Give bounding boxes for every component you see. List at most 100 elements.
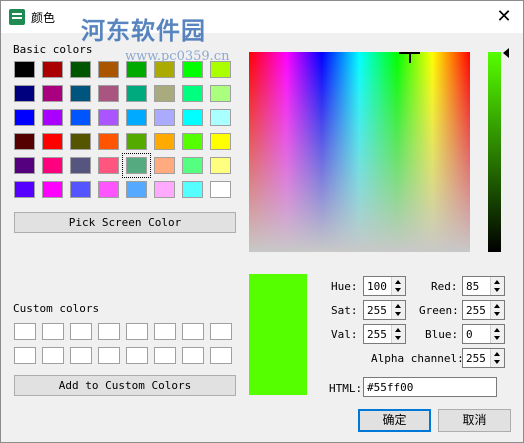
custom-color-slot[interactable] bbox=[126, 323, 148, 340]
basic-color-swatch[interactable] bbox=[154, 85, 175, 102]
basic-color-swatch[interactable] bbox=[98, 109, 119, 126]
ok-button[interactable]: 确定 bbox=[358, 409, 431, 432]
custom-color-slot[interactable] bbox=[154, 323, 176, 340]
custom-color-slot[interactable] bbox=[70, 323, 92, 340]
basic-color-swatch[interactable] bbox=[98, 157, 119, 174]
spin-down-icon[interactable] bbox=[494, 336, 500, 340]
custom-color-slot[interactable] bbox=[42, 347, 64, 364]
basic-color-swatch[interactable] bbox=[154, 157, 175, 174]
custom-color-slot[interactable] bbox=[154, 347, 176, 364]
val-value[interactable]: 255 bbox=[367, 328, 387, 341]
custom-color-slot[interactable] bbox=[98, 323, 120, 340]
luminance-slider-arrow-icon[interactable] bbox=[503, 48, 509, 58]
basic-color-swatch[interactable] bbox=[210, 85, 231, 102]
basic-color-swatch[interactable] bbox=[70, 61, 91, 78]
basic-color-swatch[interactable] bbox=[42, 133, 63, 150]
basic-color-swatch[interactable] bbox=[42, 157, 63, 174]
green-spinbox[interactable]: 255 bbox=[462, 300, 505, 320]
spin-down-icon[interactable] bbox=[395, 312, 401, 316]
hue-value[interactable]: 100 bbox=[367, 280, 387, 293]
html-hex-input[interactable]: #55ff00 bbox=[363, 377, 497, 397]
spin-up-icon[interactable] bbox=[395, 280, 401, 284]
basic-color-swatch[interactable] bbox=[70, 85, 91, 102]
sat-value[interactable]: 255 bbox=[367, 304, 387, 317]
basic-color-swatch[interactable] bbox=[182, 109, 203, 126]
basic-color-swatch[interactable] bbox=[14, 181, 35, 198]
spin-down-icon[interactable] bbox=[494, 360, 500, 364]
custom-color-slot[interactable] bbox=[210, 323, 232, 340]
custom-color-slot[interactable] bbox=[126, 347, 148, 364]
alpha-value[interactable]: 255 bbox=[466, 352, 486, 365]
basic-color-swatch[interactable] bbox=[182, 61, 203, 78]
basic-color-swatch[interactable] bbox=[122, 153, 151, 178]
cancel-button[interactable]: 取消 bbox=[438, 409, 511, 432]
custom-color-slot[interactable] bbox=[182, 323, 204, 340]
basic-color-swatch[interactable] bbox=[126, 85, 147, 102]
basic-color-swatch[interactable] bbox=[70, 157, 91, 174]
basic-color-swatch[interactable] bbox=[210, 109, 231, 126]
basic-color-swatch[interactable] bbox=[14, 157, 35, 174]
basic-color-swatch[interactable] bbox=[98, 133, 119, 150]
spin-down-icon[interactable] bbox=[494, 288, 500, 292]
basic-color-swatch[interactable] bbox=[42, 109, 63, 126]
spin-up-icon[interactable] bbox=[494, 328, 500, 332]
basic-color-swatch[interactable] bbox=[210, 61, 231, 78]
custom-color-slot[interactable] bbox=[98, 347, 120, 364]
basic-color-swatch[interactable] bbox=[126, 181, 147, 198]
basic-color-swatch[interactable] bbox=[70, 133, 91, 150]
basic-color-swatch[interactable] bbox=[42, 61, 63, 78]
basic-color-swatch[interactable] bbox=[126, 61, 147, 78]
green-value[interactable]: 255 bbox=[466, 304, 486, 317]
custom-color-slot[interactable] bbox=[14, 347, 36, 364]
basic-color-swatch[interactable] bbox=[70, 181, 91, 198]
custom-color-slot[interactable] bbox=[42, 323, 64, 340]
close-icon[interactable]: ✕ bbox=[493, 6, 515, 28]
basic-color-swatch[interactable] bbox=[182, 133, 203, 150]
alpha-spinbox[interactable]: 255 bbox=[462, 348, 505, 368]
spin-down-icon[interactable] bbox=[395, 288, 401, 292]
basic-color-swatch[interactable] bbox=[182, 157, 203, 174]
sat-spinbox[interactable]: 255 bbox=[363, 300, 406, 320]
basic-color-swatch[interactable] bbox=[210, 157, 231, 174]
val-spinbox[interactable]: 255 bbox=[363, 324, 406, 344]
basic-color-swatch[interactable] bbox=[14, 61, 35, 78]
add-to-custom-colors-button[interactable]: Add to Custom Colors bbox=[14, 375, 236, 396]
blue-value[interactable]: 0 bbox=[466, 328, 473, 341]
basic-color-swatch[interactable] bbox=[210, 181, 231, 198]
spin-up-icon[interactable] bbox=[494, 304, 500, 308]
spin-up-icon[interactable] bbox=[395, 304, 401, 308]
red-spinbox[interactable]: 85 bbox=[462, 276, 505, 296]
custom-color-slot[interactable] bbox=[70, 347, 92, 364]
basic-color-swatch[interactable] bbox=[154, 133, 175, 150]
basic-color-swatch[interactable] bbox=[42, 85, 63, 102]
basic-color-swatch[interactable] bbox=[154, 61, 175, 78]
hue-spinbox[interactable]: 100 bbox=[363, 276, 406, 296]
basic-color-swatch[interactable] bbox=[182, 181, 203, 198]
pick-screen-color-button[interactable]: Pick Screen Color bbox=[14, 212, 236, 233]
basic-color-swatch[interactable] bbox=[154, 181, 175, 198]
custom-color-slot[interactable] bbox=[210, 347, 232, 364]
basic-color-swatch[interactable] bbox=[98, 181, 119, 198]
luminance-slider[interactable] bbox=[488, 52, 501, 252]
basic-color-swatch[interactable] bbox=[154, 109, 175, 126]
basic-color-swatch[interactable] bbox=[98, 85, 119, 102]
basic-color-swatch[interactable] bbox=[14, 133, 35, 150]
basic-color-swatch[interactable] bbox=[42, 181, 63, 198]
spin-down-icon[interactable] bbox=[494, 312, 500, 316]
custom-color-slot[interactable] bbox=[182, 347, 204, 364]
html-hex-value[interactable]: #55ff00 bbox=[367, 381, 413, 394]
basic-color-swatch[interactable] bbox=[126, 133, 147, 150]
spin-up-icon[interactable] bbox=[494, 280, 500, 284]
spin-up-icon[interactable] bbox=[494, 352, 500, 356]
basic-color-swatch[interactable] bbox=[14, 85, 35, 102]
basic-color-swatch[interactable] bbox=[210, 133, 231, 150]
red-value[interactable]: 85 bbox=[466, 280, 479, 293]
basic-color-swatch[interactable] bbox=[70, 109, 91, 126]
basic-color-swatch[interactable] bbox=[98, 61, 119, 78]
custom-color-slot[interactable] bbox=[14, 323, 36, 340]
blue-spinbox[interactable]: 0 bbox=[462, 324, 505, 344]
spin-up-icon[interactable] bbox=[395, 328, 401, 332]
basic-color-swatch[interactable] bbox=[14, 109, 35, 126]
basic-color-swatch[interactable] bbox=[182, 85, 203, 102]
hue-saturation-field[interactable] bbox=[249, 52, 470, 252]
